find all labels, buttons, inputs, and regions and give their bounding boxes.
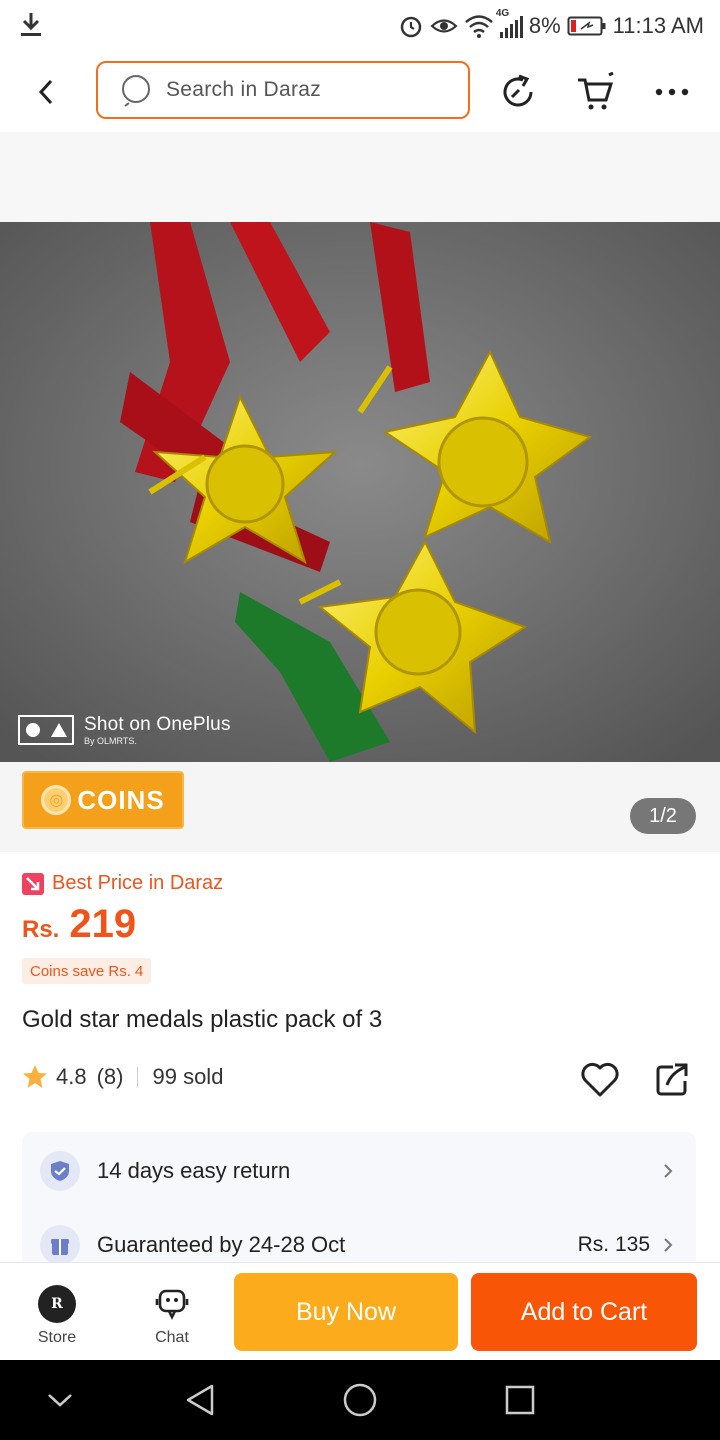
- best-price-icon: [22, 872, 44, 895]
- return-policy-label: 14 days easy return: [97, 1158, 291, 1183]
- delivery-label: Guaranteed by 24-28 Oct: [97, 1232, 346, 1257]
- back-button[interactable]: [26, 72, 66, 112]
- coins-save-badge: Coins save Rs. 4: [22, 958, 152, 984]
- share-product-button[interactable]: [650, 1058, 694, 1102]
- shield-check-icon: [40, 1151, 80, 1191]
- price: Rs. 219: [22, 902, 136, 947]
- chevron-right-icon: [664, 1164, 673, 1178]
- nav-recents-button[interactable]: [500, 1380, 540, 1420]
- download-icon: [18, 10, 44, 43]
- star-icon: [23, 1065, 47, 1088]
- rating-value: 4.8: [56, 1064, 87, 1089]
- more-button[interactable]: [650, 70, 694, 114]
- image-pager: 1/2: [630, 798, 696, 834]
- coin-icon: ◎: [41, 785, 72, 815]
- watermark-line1: Shot on OnePlus: [84, 714, 231, 735]
- best-price-banner: Best Price in Daraz: [22, 872, 223, 895]
- watermark-line2: By OLMRTS.: [84, 736, 137, 746]
- status-bar: 4G 8% 11:13 AM: [0, 0, 720, 52]
- review-count: (8): [96, 1064, 124, 1089]
- image-strip: ◎ COINS 1/2: [0, 762, 720, 852]
- share-box-icon: [656, 1063, 688, 1096]
- alarm-icon: [400, 16, 422, 38]
- best-price-label: Best Price in Daraz: [52, 872, 224, 894]
- battery-icon: [567, 16, 606, 36]
- cart-icon: [578, 72, 614, 110]
- battery-percent: 8%: [528, 13, 561, 38]
- price-currency: Rs.: [22, 916, 60, 943]
- store-label: Store: [37, 1329, 77, 1346]
- return-policy-row[interactable]: 14 days easy return: [22, 1134, 696, 1208]
- service-card: 14 days easy return Guaranteed by 24-28 …: [22, 1132, 696, 1272]
- search-placeholder: Search in Daraz: [166, 78, 322, 101]
- back-icon: [38, 79, 53, 105]
- product-image[interactable]: Shot on OnePlus By OLMRTS.: [0, 222, 720, 762]
- coins-label: COINS: [77, 784, 165, 815]
- wifi-icon: [465, 15, 493, 38]
- triangle-back-icon: [186, 1384, 214, 1416]
- buy-now-button[interactable]: Buy Now: [234, 1273, 458, 1351]
- share-icon: [503, 74, 533, 107]
- coins-badge[interactable]: ◎ COINS: [22, 771, 184, 829]
- chat-button[interactable]: Chat: [132, 1285, 212, 1347]
- delivery-fee: Rs. 135: [577, 1233, 650, 1256]
- rating-row[interactable]: 4.8 (8) 99 sold: [22, 1064, 223, 1090]
- heart-icon: [581, 1062, 619, 1097]
- chat-icon: [155, 1289, 189, 1320]
- wishlist-button[interactable]: [578, 1058, 622, 1102]
- photo-watermark: Shot on OnePlus By OLMRTS.: [18, 714, 231, 746]
- share-button[interactable]: [496, 70, 540, 114]
- clock: 11:13 AM: [612, 13, 704, 38]
- system-nav-bar: [0, 1360, 720, 1440]
- more-icon: [655, 88, 689, 96]
- store-button[interactable]: R Store: [17, 1285, 97, 1347]
- chevron-right-icon: [664, 1238, 673, 1252]
- status-icons: 4G 8% 11:13 AM: [398, 8, 704, 44]
- eye-icon: [430, 19, 458, 33]
- nav-home-button[interactable]: [340, 1380, 380, 1420]
- network-type: 4G: [495, 8, 510, 19]
- add-to-cart-button[interactable]: Add to Cart: [471, 1273, 697, 1351]
- bottom-action-bar: R Store Chat Buy Now Add to Cart: [0, 1262, 720, 1360]
- chat-label: Chat: [155, 1329, 189, 1346]
- search-input[interactable]: Search in Daraz: [96, 61, 470, 119]
- search-icon: [122, 75, 150, 107]
- price-amount: 219: [69, 902, 137, 946]
- header: Search in Daraz: [0, 52, 720, 132]
- divider: [137, 1067, 139, 1087]
- circle-home-icon: [343, 1383, 377, 1417]
- square-recents-icon: [505, 1385, 535, 1415]
- product-title: Gold star medals plastic pack of 3: [22, 1006, 383, 1033]
- product-photo: [0, 222, 720, 762]
- chevron-down-icon: [48, 1394, 72, 1407]
- banner-placeholder: [0, 132, 720, 222]
- sold-count: 99 sold: [152, 1064, 224, 1089]
- nav-back-button[interactable]: [180, 1380, 220, 1420]
- gift-icon: [40, 1225, 80, 1265]
- nav-collapse-button[interactable]: [40, 1380, 80, 1420]
- store-logo-icon: R: [38, 1285, 76, 1323]
- cart-button[interactable]: [573, 70, 617, 114]
- signal-icon: 4G: [496, 8, 523, 38]
- camera-logo-icon: [18, 715, 74, 745]
